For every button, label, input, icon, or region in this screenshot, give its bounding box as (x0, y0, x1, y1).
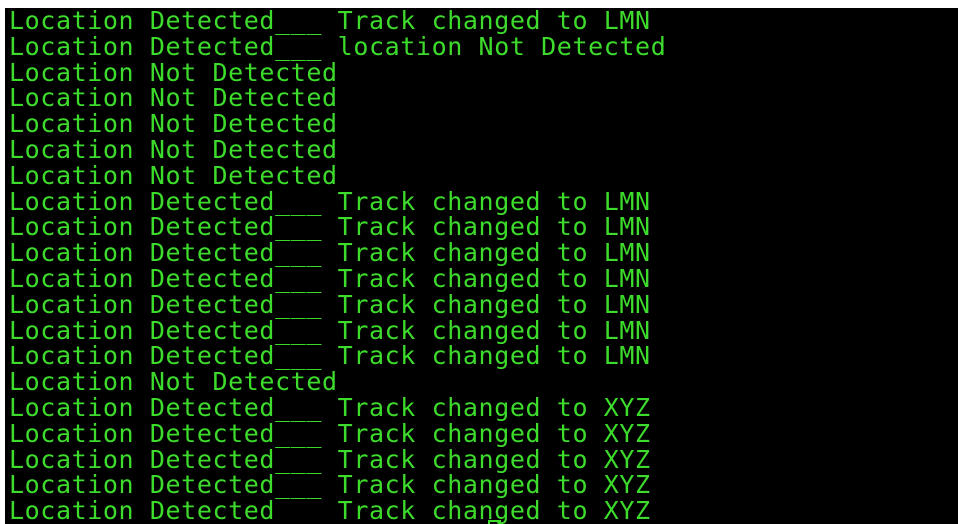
terminal-window[interactable]: Location Detected___ Track changed to LM… (5, 8, 958, 524)
terminal-output: Location Detected___ Track changed to LM… (9, 8, 666, 524)
terminal-line: Location Not Detected (9, 109, 338, 139)
terminal-line: Location Not Detected (9, 57, 338, 87)
terminal-line: Location Detected___ Track changed to LM… (9, 315, 651, 345)
terminal-line: Location Detected___ location Not Detect… (9, 31, 667, 61)
terminal-line: Location Detected___ Track changed to LM… (9, 289, 651, 319)
terminal-line: Location Detected___ Track changed to XY… (9, 470, 651, 500)
terminal-line: Location Detected___ Track changed to XY… (9, 418, 651, 448)
terminal-line: Location Detected___ Track changed to LM… (9, 212, 651, 242)
terminal-line: Location Detected___ Track changed to LM… (9, 263, 651, 293)
text-cursor (488, 520, 501, 524)
terminal-line: Location Detected___ Track changed to LM… (9, 186, 651, 216)
terminal-line: Location Detected___ Track changed to LM… (9, 238, 651, 268)
terminal-line: Location Detected___ Track changed to XY… (9, 392, 651, 422)
terminal-line: Location Detected___ Track changed to LM… (9, 341, 651, 371)
terminal-line: Location Not Detected (9, 134, 338, 164)
terminal-line: Location Detected___ Track changed to XY… (9, 444, 651, 474)
terminal-line: Location Not Detected (9, 83, 338, 113)
terminal-line: Location Detected___ Track changed to LM… (9, 8, 651, 35)
terminal-line: Location Not Detected (9, 160, 338, 190)
terminal-line: Location Not Detected (9, 367, 338, 397)
terminal-line: Location Detected___ Track changed to XY… (9, 496, 651, 524)
